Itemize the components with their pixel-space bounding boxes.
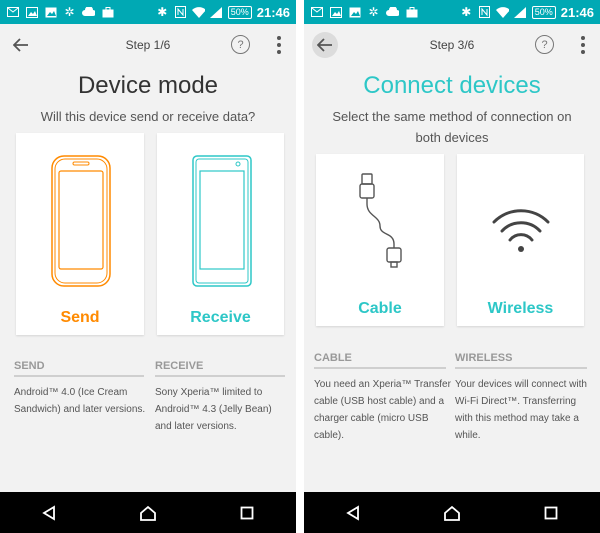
nav-recents-button[interactable] (539, 501, 563, 525)
receive-info-text: Sony Xperia™ limited to Android™ 4.3 (Je… (155, 387, 272, 432)
nfc-icon (478, 6, 491, 19)
cable-info-heading: CABLE (314, 352, 352, 364)
wireless-card[interactable]: Wireless (457, 154, 584, 326)
wifi-signal-icon (191, 6, 205, 19)
page-title: Device mode (77, 72, 219, 99)
status-bar: ✲ ✱ 50% 21:46 (304, 0, 600, 24)
cloud-upload-icon (386, 6, 399, 19)
receive-info-divider (155, 375, 285, 377)
help-button[interactable]: ? (231, 35, 250, 54)
recents-icon (240, 506, 254, 519)
email-icon (6, 6, 19, 19)
nav-back-button[interactable] (37, 501, 61, 525)
nav-home-button[interactable] (136, 501, 160, 525)
receive-info-heading: RECEIVE (155, 360, 204, 372)
cable-info-text: You need an Xperia™ Transfer cable (USB … (314, 379, 451, 441)
nav-back-button[interactable] (341, 501, 365, 525)
phone-teal-icon (192, 155, 252, 287)
cell-signal-icon (210, 6, 223, 19)
cable-info-divider (314, 367, 446, 369)
page-subtitle: Select the same method of connection on … (332, 109, 572, 145)
device-mode-screen: ✲ ✱ 50% 21:46 Step 1/6 ? Device mode Wil… (0, 0, 296, 533)
bluetooth-icon: ✱ (461, 5, 472, 19)
wireless-info-heading: WIRELESS (455, 352, 513, 364)
briefcase-icon (101, 6, 114, 19)
settings-icon: ✲ (64, 5, 75, 19)
photo-icon (44, 6, 57, 19)
clock: 21:46 (256, 4, 290, 20)
connect-devices-screen: ✲ ✱ 50% 21:46 Step 3/6 ? Connect devices… (304, 0, 600, 533)
wireless-label: Wireless (487, 300, 554, 317)
image-icon (329, 6, 342, 19)
page-subtitle: Will this device send or receive data? (40, 109, 256, 124)
more-options-button[interactable] (580, 36, 586, 54)
briefcase-icon (405, 6, 418, 19)
more-options-button[interactable] (276, 36, 282, 54)
home-icon (444, 505, 460, 521)
clock: 21:46 (560, 4, 594, 20)
nav-recents-button[interactable] (235, 501, 259, 525)
navigation-bar (0, 492, 296, 533)
send-info-divider (14, 375, 144, 377)
recents-icon (544, 506, 558, 519)
triangle-back-icon (346, 504, 360, 521)
toolbar: Step 3/6 ? (304, 24, 600, 66)
help-button[interactable]: ? (535, 35, 554, 54)
send-info-text: Android™ 4.0 (Ice Cream Sandwich) and la… (14, 387, 146, 415)
cell-signal-icon (514, 6, 527, 19)
photo-icon (348, 6, 361, 19)
cloud-upload-icon (82, 6, 95, 19)
step-indicator: Step 1/6 (125, 38, 171, 52)
screen-divider (296, 0, 304, 533)
page-title: Connect devices (363, 72, 541, 99)
send-card[interactable]: Send (16, 133, 144, 335)
navigation-bar (304, 492, 600, 533)
receive-card[interactable]: Receive (157, 133, 284, 335)
step-indicator: Step 3/6 (429, 38, 475, 52)
wireless-info-divider (455, 367, 587, 369)
settings-icon: ✲ (368, 5, 379, 19)
home-icon (140, 505, 156, 521)
email-icon (310, 6, 323, 19)
send-info-heading: SEND (14, 360, 45, 372)
wireless-info-text: Your devices will connect with Wi-Fi Dir… (455, 379, 587, 441)
cable-label: Cable (358, 300, 402, 317)
wifi-signal-icon (495, 6, 509, 19)
triangle-back-icon (42, 504, 56, 521)
nav-home-button[interactable] (440, 501, 464, 525)
nfc-icon (174, 6, 187, 19)
battery-indicator: 50% (531, 5, 556, 19)
usb-cable-icon (359, 173, 402, 268)
send-label: Send (60, 309, 100, 326)
image-icon (25, 6, 38, 19)
status-bar: ✲ ✱ 50% 21:46 (0, 0, 296, 24)
cable-card[interactable]: Cable (316, 154, 444, 326)
receive-label: Receive (190, 309, 251, 326)
phone-orange-icon (51, 155, 111, 287)
battery-indicator: 50% (227, 5, 252, 19)
toolbar: Step 1/6 ? (0, 24, 296, 66)
wifi-icon (492, 209, 550, 252)
bluetooth-icon: ✱ (157, 5, 168, 19)
